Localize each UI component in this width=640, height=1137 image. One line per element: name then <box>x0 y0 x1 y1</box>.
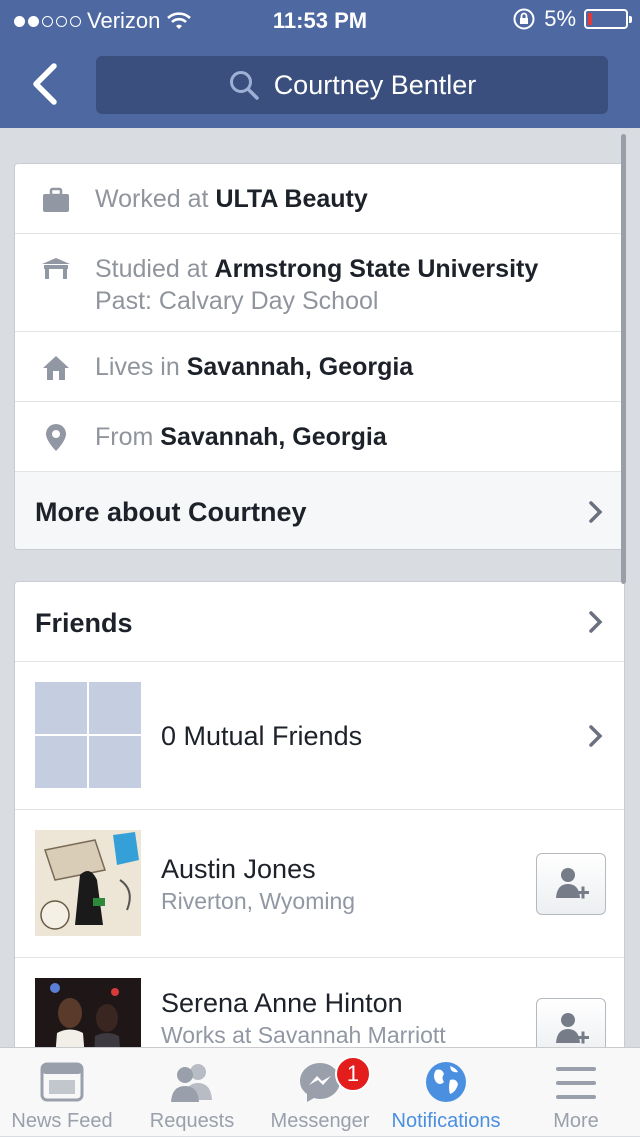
chevron-right-icon <box>589 501 603 523</box>
from-row[interactable]: From Savannah, Georgia <box>15 402 624 472</box>
friend-name[interactable]: Serena Anne Hinton <box>161 988 403 1019</box>
friend-requests-icon <box>171 1064 212 1102</box>
friend-location: Riverton, Wyoming <box>161 888 356 914</box>
battery-icon <box>584 9 632 29</box>
add-friend-icon <box>556 868 589 899</box>
back-arrow-icon[interactable] <box>28 62 64 106</box>
tab-news-feed[interactable]: News Feed <box>0 1048 124 1137</box>
friend-row[interactable]: Serena Anne Hinton Works at Savannah Mar… <box>15 958 624 1060</box>
battery-percent: 5% <box>544 6 576 31</box>
friend-name[interactable]: Austin Jones <box>161 854 316 885</box>
tab-bar: News Feed Requests 1 Messenger Notificat… <box>0 1047 640 1136</box>
from-prefix: From <box>95 423 154 451</box>
messenger-badge: 1 <box>335 1056 371 1092</box>
globe-icon <box>426 1062 466 1102</box>
education-past: Past: Calvary Day School <box>95 287 379 315</box>
tab-label: More <box>553 1110 599 1132</box>
news-feed-icon <box>40 1062 84 1102</box>
search-icon <box>229 71 259 100</box>
home-icon <box>43 356 69 380</box>
lives-prefix: Lives in <box>95 353 180 381</box>
friend-work: Works at Savannah Marriott <box>161 1022 446 1048</box>
education-prefix: Studied at <box>95 255 208 283</box>
menu-icon <box>556 1067 596 1099</box>
tab-label: Requests <box>149 1110 235 1132</box>
navigation-header: Verizon 11:53 PM 5% Courtney Bentler <box>0 0 640 128</box>
briefcase-icon <box>43 187 69 212</box>
friend-avatar[interactable] <box>35 830 141 936</box>
tab-notifications[interactable]: Notifications <box>384 1048 508 1137</box>
scroll-indicator[interactable] <box>621 134 626 584</box>
more-about-button[interactable]: More about Courtney <box>15 472 624 549</box>
lives-value: Savannah, Georgia <box>186 353 414 381</box>
status-bar: Verizon 11:53 PM 5% <box>0 0 640 40</box>
work-row[interactable]: Worked at ULTA Beauty <box>15 164 624 234</box>
more-about-label: More about Courtney <box>35 497 307 527</box>
add-friend-button[interactable] <box>536 853 606 915</box>
mutual-friends-label: 0 Mutual Friends <box>161 721 363 751</box>
location-pin-icon <box>46 424 66 451</box>
school-icon <box>42 258 70 279</box>
tab-requests[interactable]: Requests <box>128 1048 256 1137</box>
work-value: ULTA Beauty <box>215 185 368 213</box>
chevron-right-icon <box>589 611 603 633</box>
chevron-right-icon <box>589 725 603 747</box>
search-field[interactable]: Courtney Bentler <box>96 56 608 114</box>
friends-card: Friends 0 Mutual Friends Austin Jones Ri… <box>14 581 625 1061</box>
from-value: Savannah, Georgia <box>160 423 387 451</box>
tab-label: News Feed <box>11 1110 113 1132</box>
friends-title: Friends <box>35 608 133 638</box>
friend-row[interactable]: Austin Jones Riverton, Wyoming <box>15 810 624 958</box>
work-prefix: Worked at <box>95 185 209 213</box>
education-row[interactable]: Studied at Armstrong State University Pa… <box>15 234 624 332</box>
friends-header[interactable]: Friends <box>15 582 624 662</box>
tab-label: Messenger <box>270 1110 370 1132</box>
about-card: Worked at ULTA Beauty Studied at Armstro… <box>14 163 625 550</box>
tab-more[interactable]: More <box>512 1048 640 1137</box>
lives-row[interactable]: Lives in Savannah, Georgia <box>15 332 624 402</box>
rotation-lock-icon <box>513 8 535 30</box>
education-value: Armstrong State University <box>214 255 539 283</box>
status-right: 5% <box>512 6 632 32</box>
mutual-friends-thumbnail <box>35 682 141 788</box>
tab-messenger[interactable]: 1 Messenger <box>256 1048 384 1137</box>
search-query: Courtney Bentler <box>273 69 477 100</box>
tab-label: Notifications <box>391 1110 501 1132</box>
mutual-friends-row[interactable]: 0 Mutual Friends <box>15 662 624 810</box>
